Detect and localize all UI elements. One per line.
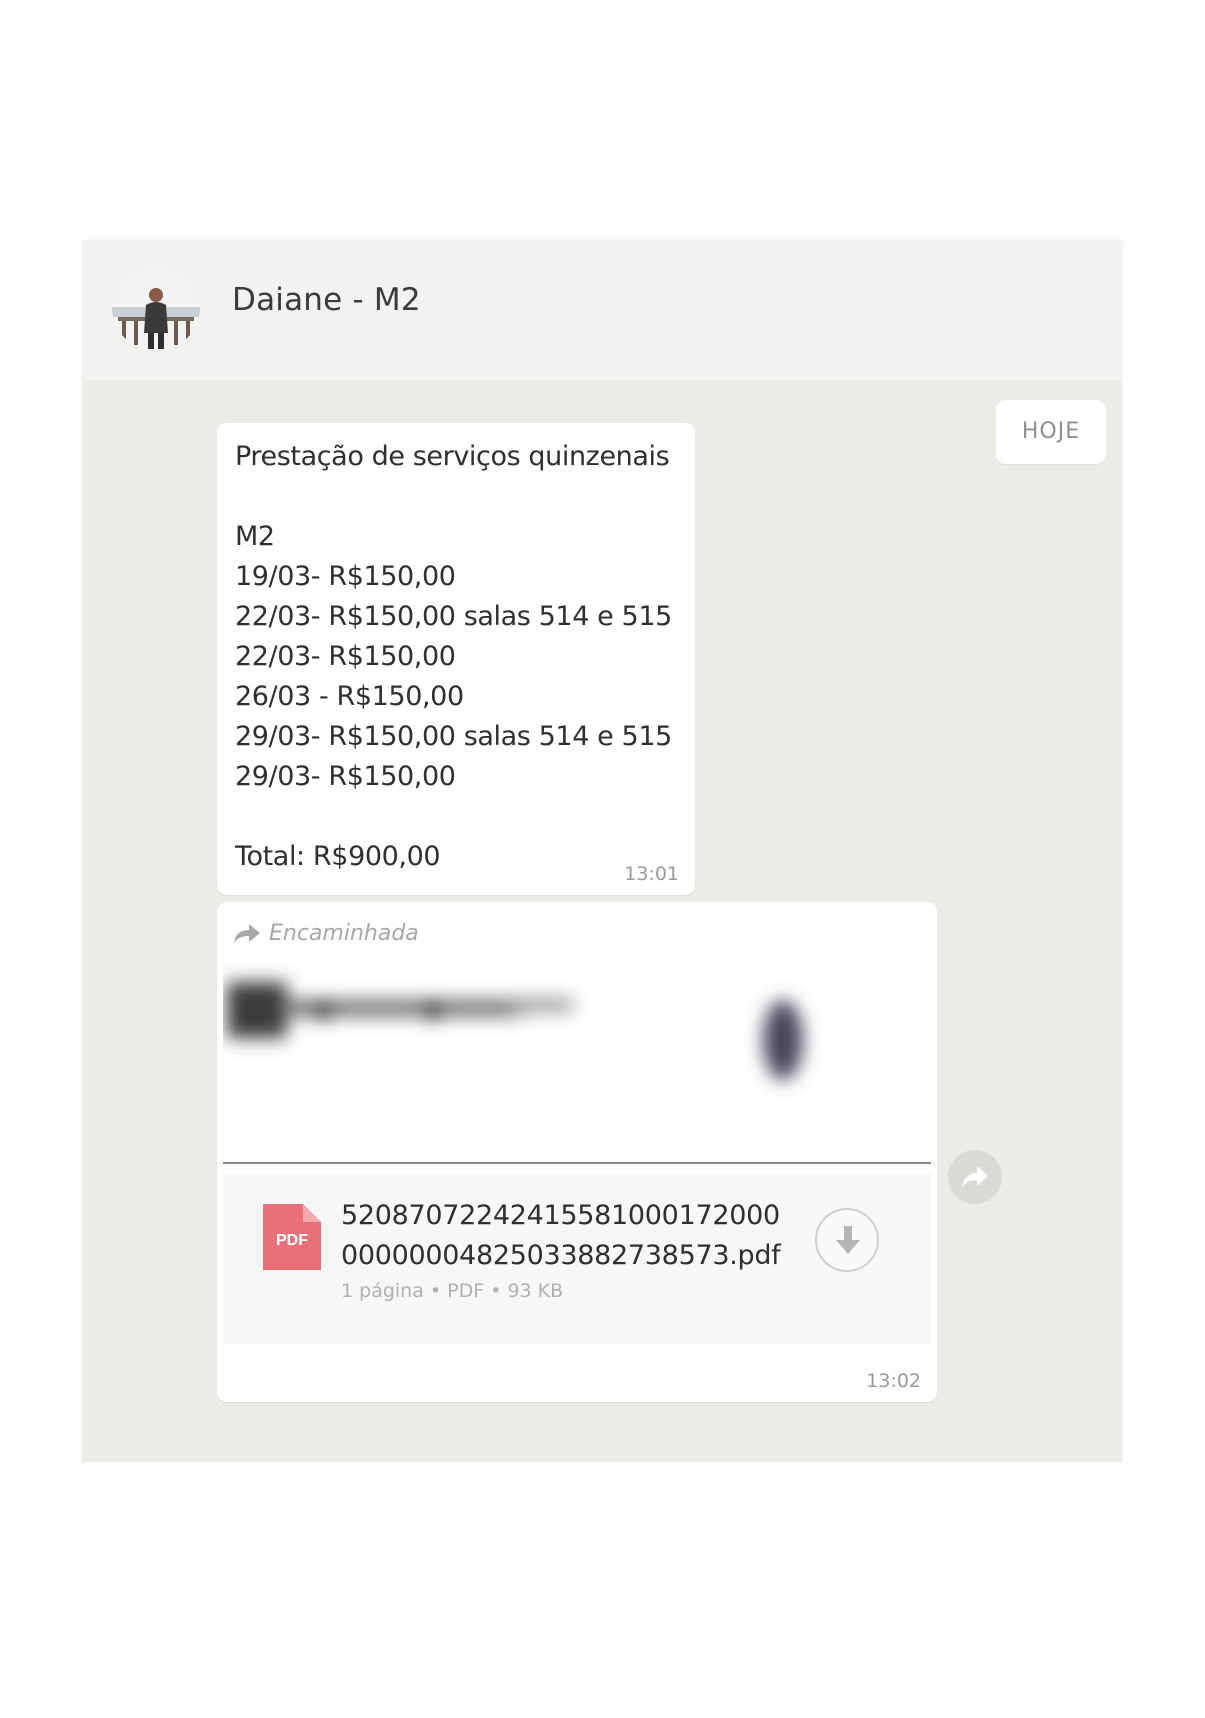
document-file-name: 5208707224241558100017200000000004825033… — [341, 1200, 781, 1271]
chat-window: Daiane - M2 HOJE Prestação de serviços q… — [82, 240, 1122, 1462]
chat-header[interactable]: Daiane - M2 — [82, 240, 1122, 380]
document-message-bubble[interactable]: Encaminhada PDF 520870722424155810001720… — [217, 902, 937, 1402]
text-message-bubble[interactable]: Prestação de serviços quinzenais M2 19/0… — [217, 423, 695, 895]
contact-name[interactable]: Daiane - M2 — [232, 282, 421, 318]
download-icon — [836, 1226, 860, 1254]
avatar[interactable] — [112, 263, 200, 351]
forwarded-indicator: Encaminhada — [233, 916, 419, 950]
download-button[interactable] — [815, 1208, 879, 1272]
pdf-file-icon: PDF — [263, 1204, 321, 1270]
forward-message-button[interactable] — [948, 1150, 1002, 1204]
date-chip: HOJE — [996, 400, 1106, 464]
message-time: 13:02 — [866, 1370, 921, 1392]
document-preview-thumbnail[interactable] — [223, 962, 931, 1164]
document-attachment[interactable]: PDF 520870722424155810001720000000000482… — [223, 1174, 931, 1344]
forwarded-label: Encaminhada — [269, 920, 419, 946]
message-list[interactable]: HOJE Prestação de serviços quinzenais M2… — [82, 380, 1122, 1462]
document-meta: 1 página • PDF • 93 KB — [341, 1280, 564, 1302]
message-time: 13:01 — [624, 863, 679, 885]
message-text: Prestação de serviços quinzenais M2 19/0… — [235, 441, 672, 872]
forward-arrow-icon — [234, 924, 260, 943]
share-icon — [962, 1166, 988, 1188]
pdf-badge-label: PDF — [276, 1232, 308, 1249]
page: Daiane - M2 HOJE Prestação de serviços q… — [0, 0, 1205, 1718]
